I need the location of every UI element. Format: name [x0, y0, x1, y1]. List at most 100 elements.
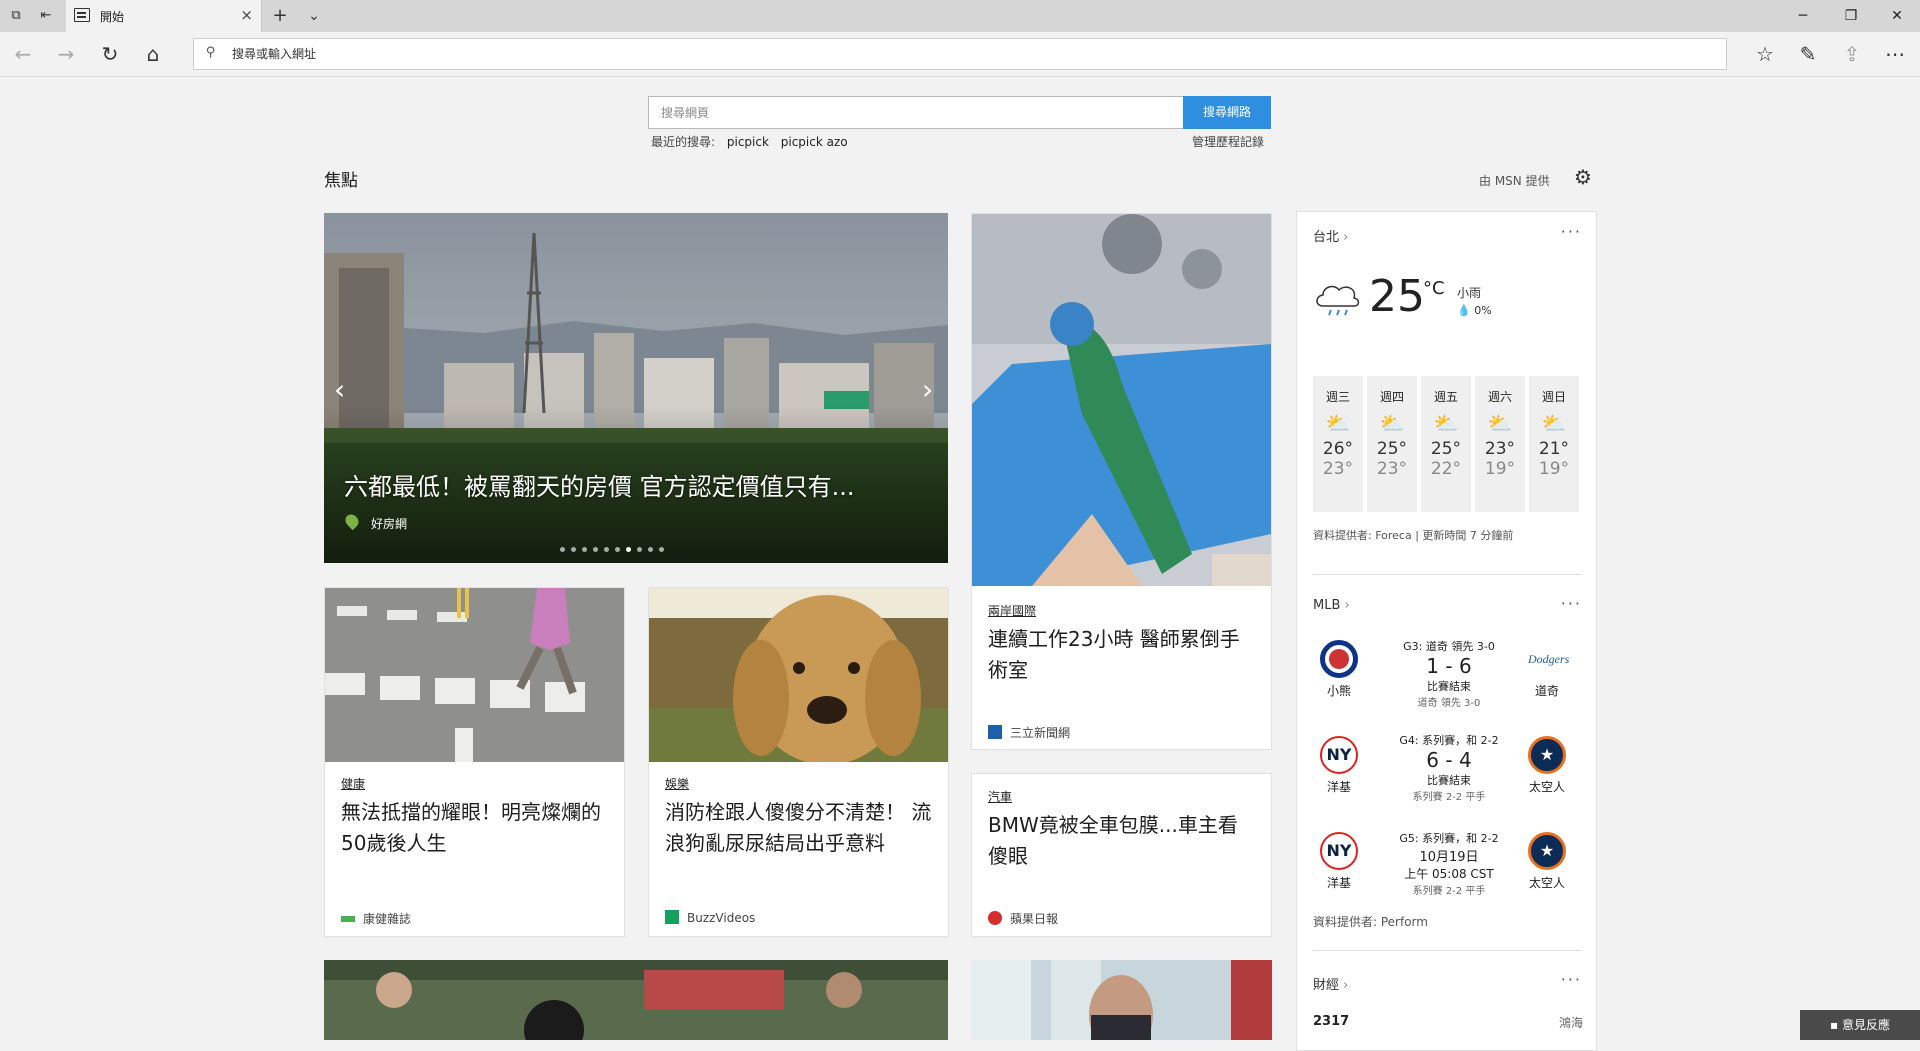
home-icon[interactable]: ⌂: [141, 42, 165, 66]
team-astros[interactable]: ★ 太空人: [1517, 736, 1577, 795]
forward-arrow-icon[interactable]: →: [54, 42, 78, 66]
yankees-logo-icon: NY: [1320, 736, 1358, 774]
tab-start[interactable]: 開始 ×: [66, 0, 262, 32]
set-aside-tabs-icon[interactable]: ⇤: [38, 8, 54, 24]
card-image: [325, 588, 624, 762]
feedback-icon: ▪: [1830, 1018, 1839, 1032]
carousel-dot[interactable]: [560, 547, 565, 552]
game-score[interactable]: G4: 系列賽，和 2-2 6 - 4 比賽結束 系列賽 2-2 平手: [1389, 732, 1509, 803]
finance-link[interactable]: 財經 ›: [1313, 974, 1348, 993]
team-name: 小熊: [1326, 684, 1351, 698]
card-image: [972, 214, 1271, 586]
game-note: 系列賽 2-2 平手: [1412, 886, 1486, 897]
news-card[interactable]: [324, 960, 948, 1040]
mlb-link[interactable]: MLB ›: [1313, 598, 1350, 613]
tab-preview-chevron-icon[interactable]: ⌄: [306, 8, 322, 24]
page-icon: [74, 8, 90, 22]
game-date: 10月19日: [1419, 850, 1479, 865]
carousel-dot[interactable]: [582, 547, 587, 552]
card-category[interactable]: 健康: [341, 775, 365, 792]
carousel-dot[interactable]: [593, 547, 598, 552]
card-headline[interactable]: 消防栓跟人傻傻分不清楚！ 流浪狗亂尿尿結局出乎意料: [665, 797, 932, 859]
forecast-day[interactable]: 週六 ⛅ 23° 19°: [1475, 376, 1525, 512]
card-category[interactable]: 娛樂: [665, 775, 689, 792]
finance-title: 財經: [1313, 978, 1340, 993]
hero-headline[interactable]: 六都最低！被罵翻天的房價 官方認定價值只有...: [344, 467, 855, 502]
game-score[interactable]: G3: 道奇 領先 3-0 1 - 6 比賽結束 道奇 領先 3-0: [1389, 638, 1509, 709]
card-source: 三立新聞網: [1010, 726, 1071, 740]
game-note: 道奇 領先 3-0: [1417, 698, 1481, 709]
card-headline[interactable]: BMW竟被全車包膜...車主看傻眼: [988, 810, 1255, 872]
refresh-icon[interactable]: ↻: [98, 42, 122, 66]
web-search-box[interactable]: [648, 96, 1184, 129]
forecast-day[interactable]: 週三 ⛅ 26° 23°: [1313, 376, 1363, 512]
carousel-dot[interactable]: [659, 547, 664, 552]
address-bar[interactable]: ⚲: [193, 38, 1727, 70]
next-slide-arrow-icon[interactable]: ›: [922, 373, 933, 406]
manage-history-link[interactable]: 管理歷程記錄: [1192, 133, 1264, 150]
stock-code[interactable]: 2317: [1313, 1014, 1349, 1029]
hero-source: 好房網: [371, 517, 408, 531]
forecast-high: 26°: [1322, 439, 1354, 459]
card-headline[interactable]: 連續工作23小時 醫師累倒手術室: [988, 624, 1255, 686]
share-icon[interactable]: ⇪: [1840, 42, 1864, 66]
minimize-button[interactable]: ─: [1780, 0, 1826, 32]
news-card[interactable]: 娛樂 消防栓跟人傻傻分不清楚！ 流浪狗亂尿尿結局出乎意料 BuzzVideos: [648, 587, 949, 937]
previous-slide-arrow-icon[interactable]: ‹: [334, 373, 345, 406]
source-logo-icon: [665, 910, 679, 924]
web-note-pen-icon[interactable]: ✎: [1796, 42, 1820, 66]
carousel-dot[interactable]: [626, 547, 631, 552]
tab-manager-icon[interactable]: ⧉: [8, 8, 24, 24]
carousel-dots[interactable]: [560, 537, 670, 556]
card-headline[interactable]: 無法抵擋的耀眼！明亮燦爛的50歲後人生: [341, 797, 608, 859]
temperature-unit: °C: [1423, 278, 1445, 299]
carousel-dot[interactable]: [604, 547, 609, 552]
team-cubs[interactable]: 小熊: [1309, 640, 1369, 699]
search-input[interactable]: [649, 97, 1183, 128]
recent-search-item[interactable]: picpick azo: [781, 135, 848, 149]
title-bar: ⧉ ⇤ 開始 × + ⌄ ─ ❐ ✕: [0, 0, 1920, 32]
news-card[interactable]: 兩岸國際 連續工作23小時 醫師累倒手術室 三立新聞網: [971, 213, 1272, 750]
restore-button[interactable]: ❐: [1828, 0, 1874, 32]
partly-cloudy-rain-icon: ⛅: [1487, 411, 1513, 435]
carousel-dot[interactable]: [571, 547, 576, 552]
carousel-dot[interactable]: [615, 547, 620, 552]
forecast-day-label: 週五: [1433, 390, 1458, 404]
feedback-button[interactable]: ▪ 意見反應: [1800, 1010, 1920, 1040]
recent-search-item[interactable]: picpick: [727, 135, 769, 149]
stock-name[interactable]: 鴻海: [1559, 1014, 1583, 1031]
gear-icon[interactable]: ⚙: [1574, 165, 1592, 189]
news-card[interactable]: 汽車 BMW竟被全車包膜...車主看傻眼 蘋果日報: [971, 773, 1272, 937]
close-window-button[interactable]: ✕: [1874, 0, 1920, 32]
team-yankees[interactable]: NY 洋基: [1309, 736, 1369, 795]
mlb-more-icon[interactable]: ···: [1561, 594, 1582, 613]
new-tab-button[interactable]: +: [272, 7, 288, 25]
forecast-day[interactable]: 週日 ⛅ 21° 19°: [1529, 376, 1579, 512]
card-category[interactable]: 兩岸國際: [988, 602, 1036, 619]
finance-more-icon[interactable]: ···: [1561, 970, 1582, 989]
card-source: 蘋果日報: [1010, 912, 1059, 926]
forecast-day[interactable]: 週五 ⛅ 25° 22°: [1421, 376, 1471, 512]
close-tab-icon[interactable]: ×: [240, 6, 253, 24]
back-arrow-icon[interactable]: ←: [11, 42, 35, 66]
team-yankees[interactable]: NY 洋基: [1309, 832, 1369, 891]
more-icon[interactable]: ⋯: [1883, 42, 1907, 66]
carousel-dot[interactable]: [648, 547, 653, 552]
team-dodgers[interactable]: Dodgers 道奇: [1517, 640, 1577, 699]
forecast-day[interactable]: 週四 ⛅ 25° 23°: [1367, 376, 1417, 512]
carousel-dot[interactable]: [637, 547, 642, 552]
news-card[interactable]: [971, 960, 1272, 1040]
favorites-star-icon[interactable]: ☆: [1753, 42, 1777, 66]
weather-more-icon[interactable]: ···: [1561, 222, 1582, 241]
search-web-button[interactable]: 搜尋網路: [1183, 96, 1271, 129]
card-category[interactable]: 汽車: [988, 788, 1012, 805]
address-input[interactable]: [232, 43, 1632, 65]
forecast-day-label: 週四: [1379, 390, 1404, 404]
game-score[interactable]: G5: 系列賽，和 2-2 10月19日 上午 05:08 CST 系列賽 2-…: [1389, 830, 1509, 897]
team-astros[interactable]: ★ 太空人: [1517, 832, 1577, 891]
news-card[interactable]: 健康 無法抵擋的耀眼！明亮燦爛的50歲後人生 康健雜誌: [324, 587, 625, 937]
weather-location-link[interactable]: 台北 ›: [1313, 226, 1348, 245]
hero-carousel[interactable]: ‹ › 六都最低！被罵翻天的房價 官方認定價值只有... 好房網: [324, 213, 948, 563]
card-source: BuzzVideos: [687, 911, 756, 925]
astros-logo-icon: ★: [1528, 736, 1566, 774]
